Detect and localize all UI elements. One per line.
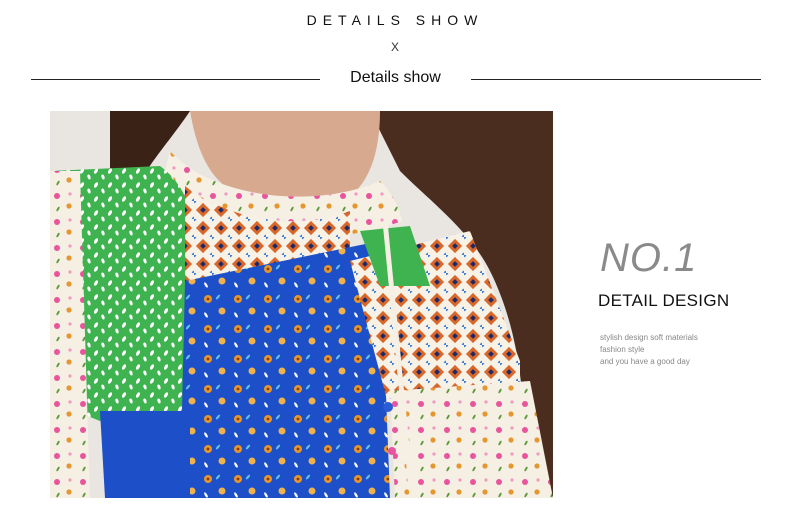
divider-right: [471, 79, 761, 80]
divider-left: [31, 79, 320, 80]
feature-heading: DETAIL DESIGN: [598, 291, 730, 310]
feature-line-2: fashion style: [600, 345, 645, 354]
product-detail-photo: [50, 111, 553, 498]
feature-number: NO.1: [600, 236, 698, 280]
details-show-title: DETAILS SHOW: [306, 12, 484, 28]
feature-line-3: and you have a good day: [600, 357, 690, 366]
separator-mark: X: [390, 40, 399, 54]
patchwork-blouse-photo: [50, 111, 553, 498]
feature-line-1: stylish design soft materials: [600, 333, 698, 342]
section-subtitle: Details show: [350, 69, 441, 86]
